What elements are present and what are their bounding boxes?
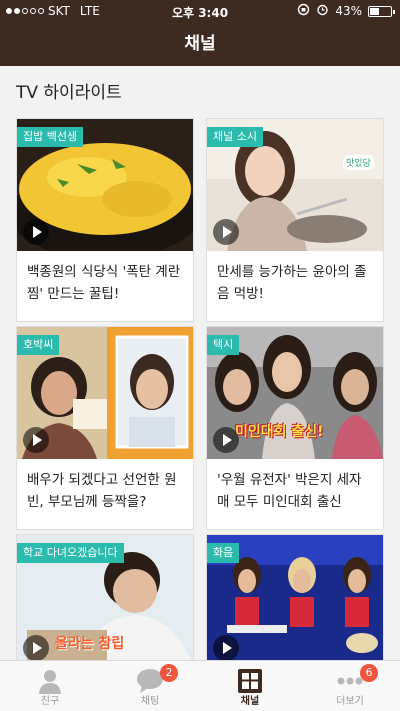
- video-thumbnail[interactable]: 학교 다녀오겠습니다 올라는 참립: [17, 535, 193, 660]
- video-caption[interactable]: 만세를 능가하는 윤아의 졸음 먹방!: [207, 251, 383, 321]
- program-tag: 호박씨: [17, 335, 60, 355]
- tab-more[interactable]: 6 더보기: [300, 661, 400, 711]
- program-tag: 학교 다녀오겠습니다: [17, 543, 124, 563]
- program-tag: 집밥 백선생: [17, 127, 84, 147]
- play-icon[interactable]: [23, 427, 49, 453]
- alarm-icon: [316, 3, 329, 19]
- program-tag: 택시: [207, 335, 240, 355]
- video-card[interactable]: 집밥 백선생 백종원의 식당식 '폭탄 계란찜' 만드는 꿀팁!: [16, 118, 194, 322]
- play-icon[interactable]: [213, 219, 239, 245]
- video-card[interactable]: 화음: [206, 534, 384, 660]
- section-title: TV 하이라이트: [16, 83, 122, 103]
- caption-overlay: 올라는 참립: [55, 636, 125, 652]
- video-thumbnail[interactable]: 호박씨: [17, 327, 193, 459]
- play-icon[interactable]: [213, 635, 239, 660]
- tab-label: 채널: [240, 696, 260, 707]
- video-card[interactable]: 학교 다녀오겠습니다 올라는 참립: [16, 534, 194, 660]
- page-title: 채널: [0, 22, 400, 66]
- program-tag: 화음: [207, 543, 240, 563]
- video-thumbnail[interactable]: 화음: [207, 535, 383, 660]
- play-icon[interactable]: [23, 635, 49, 660]
- caption-overlay: 미인대회 출신!: [235, 424, 324, 440]
- battery-percent: 43%: [335, 4, 362, 18]
- video-caption[interactable]: '우월 유전자' 박은지 세자매 모두 미인대회 출신: [207, 459, 383, 529]
- video-caption[interactable]: 배우가 되겠다고 선언한 원빈, 부모님께 등짝을?: [17, 459, 193, 529]
- play-icon[interactable]: [23, 219, 49, 245]
- tab-bar: 친구 2 채팅 채널 6 더보기: [0, 660, 400, 711]
- video-thumbnail[interactable]: 채널 소시 맛있당: [207, 119, 383, 251]
- video-caption[interactable]: 백종원의 식당식 '폭탄 계란찜' 만드는 꿀팁!: [17, 251, 193, 321]
- video-card[interactable]: 호박씨 배우가 되겠다고 선언한 원빈, 부모님께 등짝을?: [16, 326, 194, 530]
- play-icon[interactable]: [213, 427, 239, 453]
- rotation-lock-icon: [297, 3, 310, 19]
- video-card[interactable]: 채널 소시 맛있당 만세를 능가하는 윤아의 졸음 먹방!: [206, 118, 384, 322]
- video-thumbnail[interactable]: 택시 미인대회 출신!: [207, 327, 383, 459]
- tab-channel[interactable]: 채널: [200, 661, 300, 711]
- status-bar: SKT LTE 오후 3:40 43%: [0, 0, 400, 22]
- video-card[interactable]: 택시 미인대회 출신! '우월 유전자' 박은지 세자매 모두 미인대회 출신: [206, 326, 384, 530]
- tab-friends[interactable]: 친구: [0, 661, 100, 711]
- tab-label: 채팅: [140, 696, 160, 707]
- caption-overlay: 맛있당: [343, 155, 374, 170]
- tab-label: 더보기: [336, 696, 364, 707]
- program-tag: 채널 소시: [207, 127, 263, 147]
- channel-content[interactable]: TV 하이라이트 집밥 백선생 백종원의 식당식 '폭탄 계란찜' 만드는 꿀팁…: [0, 66, 400, 660]
- tab-label: 친구: [40, 696, 60, 707]
- video-thumbnail[interactable]: 집밥 백선생: [17, 119, 193, 251]
- notification-badge: 6: [360, 664, 378, 682]
- battery-icon: [368, 5, 395, 17]
- unread-badge: 2: [160, 664, 178, 682]
- tab-chats[interactable]: 2 채팅: [100, 661, 200, 711]
